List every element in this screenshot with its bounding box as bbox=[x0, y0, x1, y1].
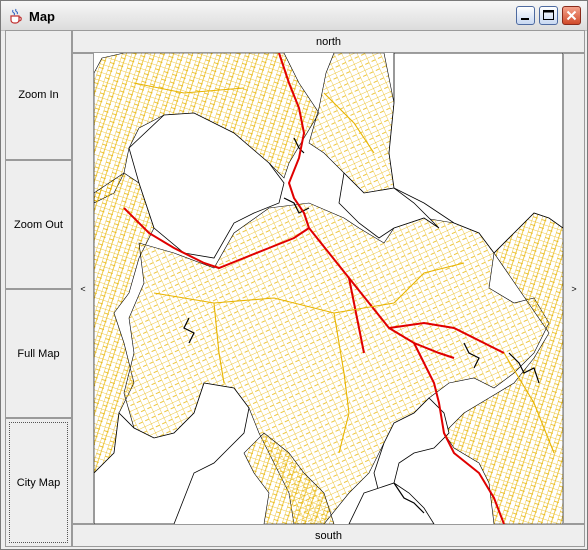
sidebar: Zoom In Zoom Out Full Map City Map bbox=[5, 30, 72, 547]
maximize-icon bbox=[543, 10, 554, 20]
zoom-in-button[interactable]: Zoom In bbox=[5, 30, 72, 160]
title-bar[interactable]: Map bbox=[1, 1, 587, 31]
zoom-out-button[interactable]: Zoom Out bbox=[5, 160, 72, 289]
north-button[interactable]: north bbox=[72, 30, 585, 53]
minimize-icon bbox=[521, 18, 529, 20]
close-button[interactable] bbox=[562, 6, 581, 25]
close-icon bbox=[566, 10, 577, 21]
west-label: < bbox=[80, 283, 86, 294]
java-cup-icon bbox=[7, 8, 23, 24]
full-map-button[interactable]: Full Map bbox=[5, 289, 72, 418]
minimize-button[interactable] bbox=[516, 6, 535, 25]
maximize-button[interactable] bbox=[539, 6, 558, 25]
window-title: Map bbox=[29, 9, 55, 24]
zoom-out-label: Zoom Out bbox=[14, 218, 63, 231]
full-map-label: Full Map bbox=[17, 347, 60, 360]
map-canvas[interactable] bbox=[94, 53, 563, 524]
south-label: south bbox=[315, 529, 342, 542]
west-button[interactable]: < bbox=[72, 53, 94, 524]
east-button[interactable]: > bbox=[563, 53, 585, 524]
zoom-in-label: Zoom In bbox=[18, 89, 59, 101]
city-map-label: City Map bbox=[16, 476, 61, 489]
map-graphic[interactable] bbox=[94, 53, 563, 524]
city-map-button[interactable]: City Map bbox=[5, 418, 72, 547]
north-label: north bbox=[315, 35, 342, 48]
east-label: > bbox=[571, 283, 577, 294]
map-window: Map Zoom In Zoom Out Full Map City Map n… bbox=[0, 0, 588, 550]
south-button[interactable]: south bbox=[72, 524, 585, 547]
